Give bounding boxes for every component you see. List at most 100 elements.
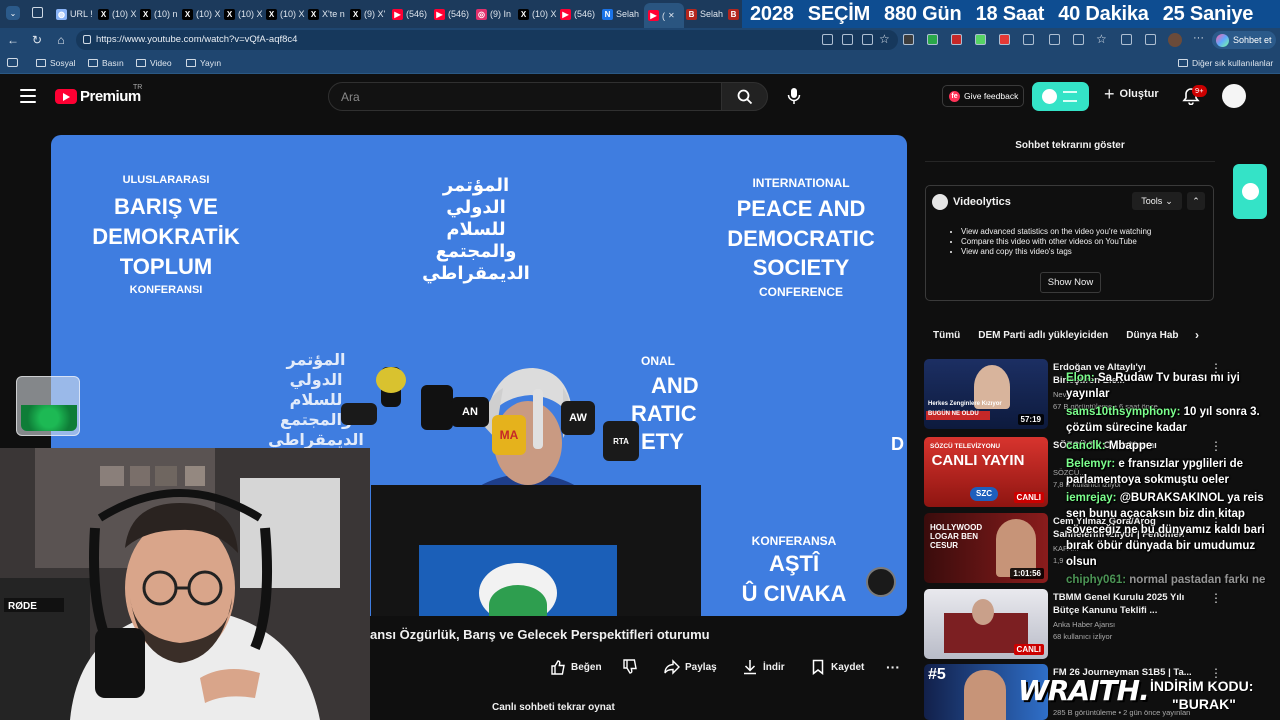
like-button[interactable]: Beğen: [550, 658, 602, 676]
browser-tab[interactable]: X (10) X: [182, 4, 222, 24]
create-label: Oluştur: [1119, 88, 1159, 100]
apps-icon[interactable]: [842, 34, 853, 45]
recommendation-title[interactable]: TBMM Genel Kurulu 2025 Yılı Bütçe Kanunu…: [1053, 591, 1193, 617]
browser-tab[interactable]: ◍ URL !: [56, 4, 96, 24]
download-button[interactable]: İndir: [742, 658, 785, 676]
recommendation-item[interactable]: CANLI TBMM Genel Kurulu 2025 Yılı Bütçe …: [924, 589, 1244, 659]
banner-arabic-text: المؤتمر الدولي للسلام والمجتمع الديمقراط…: [422, 175, 530, 284]
give-feedback-button[interactable]: fe Give feedback: [942, 85, 1024, 107]
videolytics-tools-dropdown[interactable]: Tools ⌄: [1132, 192, 1182, 210]
video-thumbnail[interactable]: HOLLYWOOD LOGAR BEN CESUR 1:01:56: [924, 513, 1048, 583]
webcam-scene: RØDE: [0, 448, 370, 720]
browser-tab[interactable]: X (10) X: [266, 4, 306, 24]
lock-icon: [83, 35, 91, 44]
browser-tab[interactable]: X X'te n: [308, 4, 348, 24]
voice-search-button[interactable]: [782, 84, 806, 108]
search-input[interactable]: Ara: [328, 82, 722, 111]
browser-tab[interactable]: X (10) X: [518, 4, 558, 24]
hamburger-menu-icon[interactable]: [20, 89, 36, 103]
bookmark-folder-sosyal[interactable]: Sosyal: [36, 58, 76, 68]
search-button[interactable]: [721, 82, 768, 111]
tab-label: (10) X: [280, 9, 305, 19]
share-button[interactable]: Paylaş: [664, 658, 717, 676]
show-now-button[interactable]: Show Now: [1040, 272, 1101, 293]
dislike-button[interactable]: [622, 658, 638, 676]
video-thumbnail[interactable]: Herkes Zenginlere Kızıyor BUGÜN NE OLDU …: [924, 359, 1048, 429]
more-menu-icon[interactable]: ···: [1193, 32, 1204, 44]
chip-uploader[interactable]: DEM Parti adlı yükleyiciden: [978, 330, 1108, 341]
browser-tab[interactable]: ▶ (546): [560, 4, 600, 24]
extension-icon-5[interactable]: [999, 34, 1010, 45]
split-screen-icon[interactable]: [1049, 34, 1060, 45]
browser-tab[interactable]: X (10) n: [140, 4, 180, 24]
browser-tab[interactable]: X (10) X: [224, 4, 264, 24]
browser-tab[interactable]: B: [728, 4, 742, 24]
read-aloud-icon[interactable]: [862, 34, 873, 45]
collapse-panel-button[interactable]: ⌃: [1187, 192, 1205, 210]
show-chat-replay-button[interactable]: Sohbet tekrarını göster: [925, 140, 1215, 162]
create-button[interactable]: + Oluştur: [1104, 85, 1159, 103]
save-button[interactable]: Kaydet: [810, 658, 864, 676]
url-text: https://www.youtube.com/watch?v=vQfA-aqf…: [96, 34, 298, 45]
video-thumbnail[interactable]: SÖZCÜ TELEVİZYONU CANLI YAYIN SZC CANLI: [924, 437, 1048, 507]
bookmark-label: Sosyal: [50, 58, 76, 68]
other-bookmarks-folder[interactable]: Diğer sık kullanılanlar: [1178, 58, 1273, 68]
tab-groups-icon[interactable]: [1073, 34, 1084, 45]
side-extension-toggle[interactable]: [1233, 164, 1267, 219]
bookmark-folder-video[interactable]: Video: [136, 58, 172, 68]
browser-tab[interactable]: X (9) X': [350, 4, 390, 24]
collections-icon[interactable]: [1121, 34, 1132, 45]
copilot-icon: [1216, 33, 1229, 47]
extension-icon-1[interactable]: [903, 34, 914, 45]
bookmark-folder-yayin[interactable]: Yayın: [186, 58, 221, 68]
tab-actions-icon[interactable]: [32, 7, 43, 18]
election-word: SEÇİM: [807, 2, 871, 25]
replay-live-chat-button[interactable]: Canlı sohbeti tekrar oynat: [492, 702, 615, 713]
favorites-icon[interactable]: ☆: [1096, 32, 1107, 46]
favorite-star-icon[interactable]: ☆: [879, 32, 890, 46]
reading-mode-icon[interactable]: [7, 58, 18, 67]
extension-icon-4[interactable]: [975, 34, 986, 45]
browser-tab[interactable]: ◎ (9) In: [476, 4, 516, 24]
chip-all[interactable]: Tümü: [933, 330, 960, 341]
shield-icon[interactable]: [1145, 34, 1156, 45]
browser-tab[interactable]: N Selah: [602, 4, 642, 24]
chevron-right-icon[interactable]: ›: [1195, 328, 1199, 342]
youtube-premium-logo[interactable]: Premium TR: [55, 84, 142, 105]
browser-tab[interactable]: ▶(✕: [644, 3, 684, 28]
more-vert-icon[interactable]: ⋮: [1210, 591, 1222, 605]
browser-tab[interactable]: ▶ (546): [392, 4, 432, 24]
tab-menu-button[interactable]: ⌄: [6, 6, 20, 20]
back-arrow-icon[interactable]: ←: [6, 33, 20, 47]
chip-world-news[interactable]: Dünya Hab: [1126, 330, 1178, 341]
extension-icon-2[interactable]: [927, 34, 938, 45]
browser-tab[interactable]: ▶ (546): [434, 4, 474, 24]
translate-icon[interactable]: [822, 34, 833, 45]
chat-text: Mbappe: [1108, 440, 1153, 452]
extension-icon-3[interactable]: [951, 34, 962, 45]
more-actions-button[interactable]: ···: [886, 658, 900, 676]
x-logo-icon: X: [98, 8, 109, 20]
address-bar[interactable]: https://www.youtube.com/watch?v=vQfA-aqf…: [76, 30, 898, 50]
browser-tab[interactable]: X (10) X: [98, 4, 138, 24]
thumbs-up-icon: [551, 660, 565, 675]
tab-label: (9) X': [364, 9, 386, 19]
extension-toggle-button[interactable]: [1032, 82, 1089, 111]
channel-watermark-icon[interactable]: [866, 567, 896, 597]
countdown-hours: 18 Saat: [975, 2, 1045, 25]
browser-toolbar: ← ↻ ⌂ https://www.youtube.com/watch?v=vQ…: [0, 28, 1280, 52]
reload-icon[interactable]: ↻: [30, 33, 44, 47]
video-thumbnail[interactable]: CANLI: [924, 589, 1048, 659]
close-tab-icon[interactable]: ✕: [668, 11, 675, 20]
copilot-chat-button[interactable]: Sohbet et: [1212, 31, 1276, 49]
bookmark-folder-basin[interactable]: Basın: [88, 58, 124, 68]
browser-tab[interactable]: B Selah: [686, 4, 726, 24]
green-marbles: [21, 405, 77, 431]
duration-badge: 57:19: [1017, 414, 1044, 425]
channel-name[interactable]: Anka Haber Ajansı: [1053, 620, 1115, 629]
bookmark-icon: [812, 659, 824, 675]
puzzle-extensions-icon[interactable]: [1023, 34, 1034, 45]
profile-avatar-icon[interactable]: [1168, 33, 1182, 47]
home-icon[interactable]: ⌂: [54, 33, 68, 47]
account-avatar[interactable]: [1222, 84, 1246, 108]
